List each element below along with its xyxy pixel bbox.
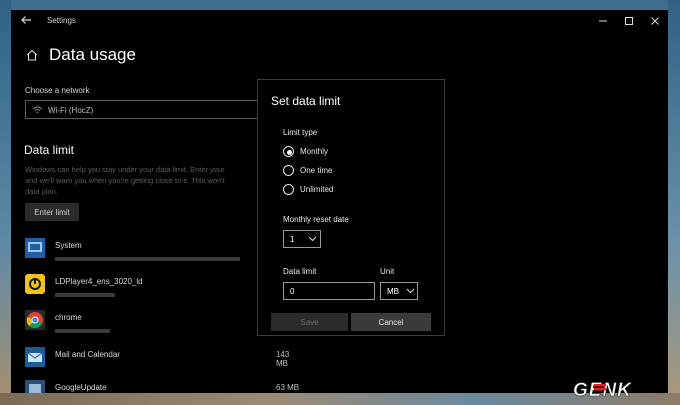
network-dropdown-value: Wi-Fi (HocZ) (48, 106, 94, 115)
app-name: System (55, 241, 82, 250)
radio-label: One time (300, 166, 333, 175)
usage-bar (55, 329, 110, 333)
data-limit-heading: Data limit (24, 143, 75, 157)
settings-window: Settings Data usage Choose a network Wi-… (11, 10, 668, 393)
page-title: Data usage (49, 45, 136, 64)
save-button[interactable]: Save (271, 313, 348, 331)
radio-unselected-icon (283, 165, 294, 176)
description-line-3: data plan. (25, 187, 58, 196)
cancel-button[interactable]: Cancel (351, 313, 431, 331)
radio-unselected-icon (283, 184, 294, 195)
app-name: chrome (55, 313, 82, 322)
genk-watermark-logo: GENK (573, 380, 632, 400)
radio-one-time[interactable]: One time (283, 164, 403, 178)
reset-date-value: 1 (290, 235, 295, 244)
title-bar: Settings (11, 10, 668, 32)
radio-label: Monthly (300, 147, 329, 156)
unit-value: MB (387, 287, 399, 296)
close-icon[interactable] (648, 14, 662, 28)
network-dropdown[interactable]: Wi-Fi (HocZ) (25, 100, 265, 119)
system-icon (25, 238, 45, 258)
desktop-background-right (668, 0, 680, 405)
monthly-reset-date-label: Monthly reset date (283, 215, 349, 224)
chrome-icon (25, 310, 45, 330)
maximize-icon[interactable] (622, 14, 636, 28)
unit-dropdown[interactable]: MB (380, 282, 418, 300)
mail-calendar-icon (25, 347, 45, 367)
dialog-title: Set data limit (271, 94, 341, 108)
app-name: Mail and Calendar (55, 350, 120, 359)
app-usage: 143 MB (276, 350, 290, 368)
enter-limit-button[interactable]: Enter limit (25, 203, 79, 221)
app-name: LDPlayer4_ens_3020_ld (55, 277, 143, 286)
app-usage: 63 MB (276, 383, 300, 392)
radio-label: Unlimited (300, 185, 334, 194)
reset-date-dropdown[interactable]: 1 (283, 230, 321, 248)
google-update-icon (25, 380, 45, 393)
description-line-1: Windows can help you stay under your dat… (25, 165, 225, 174)
app-name: GoogleUpdate (55, 383, 107, 392)
choose-network-label: Choose a network (25, 86, 90, 95)
window-title: Settings (47, 16, 76, 25)
usage-bar (55, 257, 240, 261)
app-row-mail-calendar[interactable]: Mail and Calendar 143 MB (25, 347, 300, 375)
data-limit-label: Data limit (283, 267, 317, 276)
chevron-down-icon (406, 288, 415, 294)
desktop-background-left (0, 0, 11, 405)
radio-monthly[interactable]: Monthly (283, 145, 403, 159)
set-data-limit-dialog: Set data limit Limit type Monthly One ti… (257, 79, 445, 336)
minimize-icon[interactable] (596, 14, 610, 28)
data-limit-description: Windows can help you stay under your dat… (25, 164, 251, 197)
radio-selected-icon (283, 146, 294, 157)
unit-label: Unit (380, 267, 395, 276)
limit-type-label: Limit type (283, 128, 318, 137)
back-arrow-icon[interactable] (19, 13, 33, 27)
chevron-down-icon (308, 236, 317, 242)
ldplayer-icon (25, 274, 45, 294)
data-limit-value: 0 (290, 287, 295, 296)
app-row-google-update[interactable]: GoogleUpdate 63 MB (25, 380, 300, 393)
usage-bar (55, 293, 115, 297)
description-line-2: and we'll warn you when you're getting c… (25, 176, 225, 185)
radio-unlimited[interactable]: Unlimited (283, 183, 403, 197)
data-limit-input[interactable]: 0 (283, 282, 375, 300)
home-icon[interactable] (25, 48, 39, 62)
wifi-icon (32, 106, 43, 113)
